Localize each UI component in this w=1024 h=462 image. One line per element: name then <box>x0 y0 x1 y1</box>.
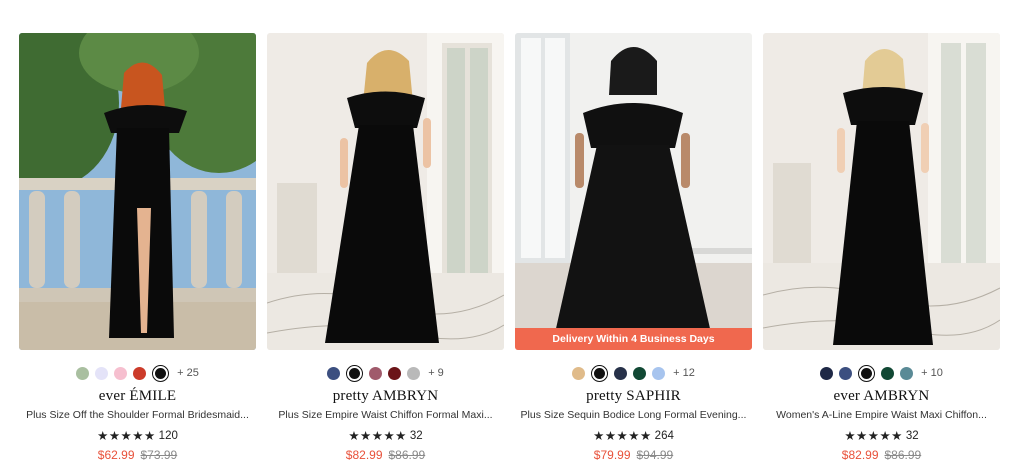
color-swatch[interactable] <box>327 366 341 380</box>
product-image[interactable] <box>267 33 504 350</box>
color-swatch[interactable] <box>881 366 895 380</box>
delivery-banner: Delivery Within 4 Business Days <box>515 328 752 350</box>
sale-price: $62.99 <box>97 448 135 462</box>
color-swatch[interactable] <box>95 366 109 380</box>
color-swatches: + 25 <box>76 364 199 382</box>
color-swatch[interactable] <box>346 364 364 382</box>
product-card[interactable]: Delivery Within 4 Business Days + 12 pre… <box>515 33 752 462</box>
product-rating: ★★★★★ 264 <box>593 428 674 443</box>
color-swatch[interactable] <box>614 366 628 380</box>
product-card[interactable]: + 9 pretty AMBRYN Plus Size Empire Waist… <box>267 33 504 462</box>
product-rating: ★★★★★ 120 <box>97 428 178 443</box>
product-title[interactable]: Plus Size Empire Waist Chiffon Formal Ma… <box>278 409 492 421</box>
product-card[interactable]: + 10 ever AMBRYN Women's A-Line Empire W… <box>763 33 1000 462</box>
product-image[interactable]: Delivery Within 4 Business Days <box>515 33 752 350</box>
color-swatches: + 10 <box>820 364 943 382</box>
product-image[interactable] <box>19 33 256 350</box>
sale-price: $82.99 <box>345 448 383 462</box>
color-swatch[interactable] <box>633 366 647 380</box>
product-title[interactable]: Plus Size Off the Shoulder Formal Brides… <box>26 409 249 421</box>
star-rating-icon: ★★★★★ <box>593 429 652 443</box>
product-prices: $82.99 $86.99 <box>842 448 921 462</box>
original-price: $73.99 <box>140 448 178 462</box>
review-count: 120 <box>158 429 178 442</box>
more-colors-count[interactable]: + 12 <box>673 367 695 379</box>
star-rating-icon: ★★★★★ <box>97 429 156 443</box>
product-rating: ★★★★★ 32 <box>844 428 918 443</box>
color-swatch[interactable] <box>114 366 128 380</box>
color-swatch[interactable] <box>407 366 421 380</box>
sale-price: $82.99 <box>841 448 879 462</box>
color-swatch[interactable] <box>369 366 383 380</box>
color-swatches: + 9 <box>327 364 444 382</box>
product-rating: ★★★★★ 32 <box>348 428 422 443</box>
color-swatches: + 12 <box>572 364 695 382</box>
more-colors-count[interactable]: + 9 <box>428 367 444 379</box>
color-swatch[interactable] <box>152 364 170 382</box>
product-brand: ever ÉMILE <box>98 388 177 404</box>
original-price: $94.99 <box>636 448 674 462</box>
color-swatch[interactable] <box>572 366 586 380</box>
color-swatch[interactable] <box>839 366 853 380</box>
color-swatch[interactable] <box>652 366 666 380</box>
original-price: $86.99 <box>388 448 426 462</box>
product-image[interactable] <box>763 33 1000 350</box>
product-brand: pretty SAPHIR <box>586 388 681 404</box>
more-colors-count[interactable]: + 25 <box>177 367 199 379</box>
product-brand: ever AMBRYN <box>833 388 930 404</box>
product-prices: $62.99 $73.99 <box>98 448 177 462</box>
more-colors-count[interactable]: + 10 <box>921 367 943 379</box>
color-swatch[interactable] <box>76 366 90 380</box>
star-rating-icon: ★★★★★ <box>844 429 903 443</box>
product-title[interactable]: Women's A-Line Empire Waist Maxi Chiffon… <box>776 409 987 421</box>
review-count: 32 <box>905 429 919 442</box>
review-count: 264 <box>654 429 674 442</box>
product-title[interactable]: Plus Size Sequin Bodice Long Formal Even… <box>521 409 747 421</box>
product-prices: $79.99 $94.99 <box>594 448 673 462</box>
product-card[interactable]: + 25 ever ÉMILE Plus Size Off the Should… <box>19 33 256 462</box>
review-count: 32 <box>409 429 423 442</box>
color-swatch[interactable] <box>388 366 402 380</box>
color-swatch[interactable] <box>591 364 609 382</box>
star-rating-icon: ★★★★★ <box>348 429 407 443</box>
product-brand: pretty AMBRYN <box>332 388 439 404</box>
color-swatch[interactable] <box>133 366 147 380</box>
color-swatch[interactable] <box>858 364 876 382</box>
product-grid: + 25 ever ÉMILE Plus Size Off the Should… <box>19 33 1000 462</box>
product-prices: $82.99 $86.99 <box>346 448 425 462</box>
sale-price: $79.99 <box>593 448 631 462</box>
color-swatch[interactable] <box>820 366 834 380</box>
color-swatch[interactable] <box>900 366 914 380</box>
original-price: $86.99 <box>884 448 922 462</box>
